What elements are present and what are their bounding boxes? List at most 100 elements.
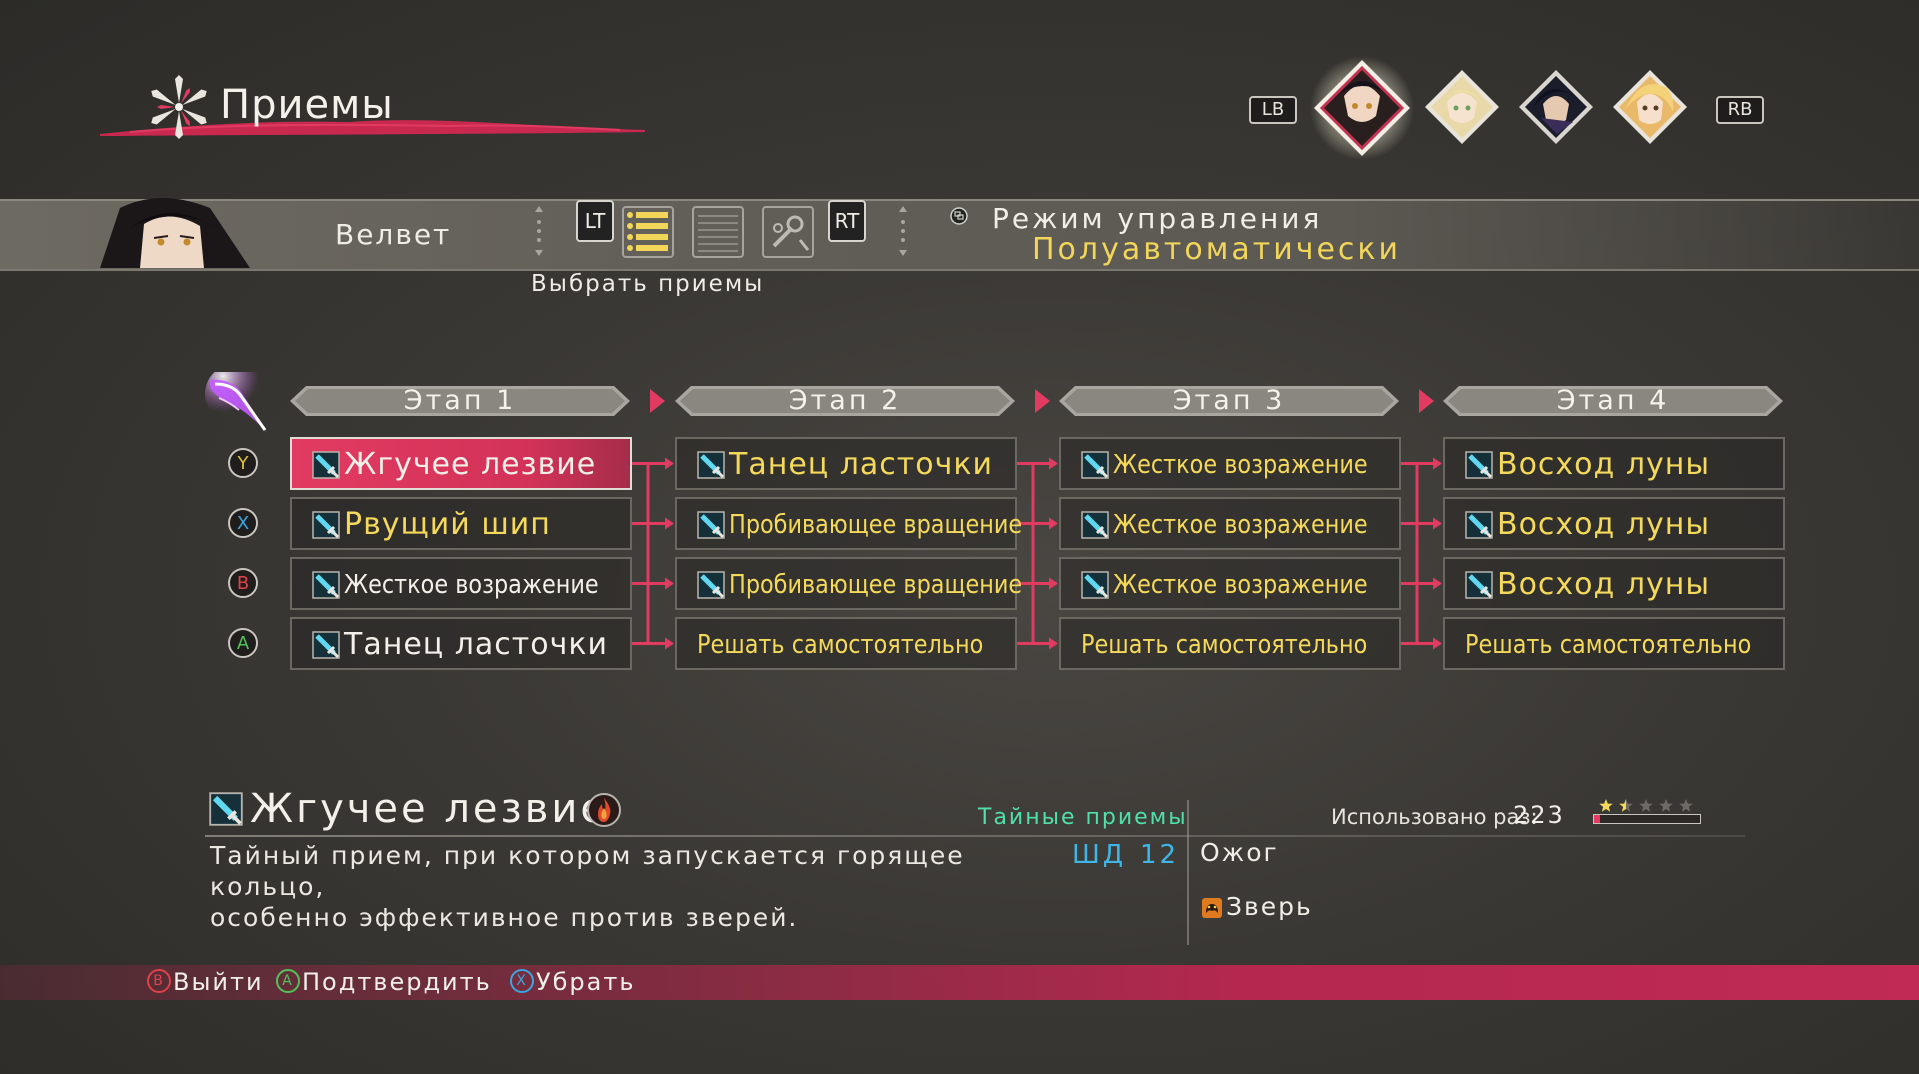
star-icon (1639, 799, 1653, 812)
art-slot-r2-c1[interactable]: Рвущий шип (290, 497, 632, 550)
art-slot-label: Жесткое возражение (1113, 510, 1368, 540)
art-slot-r3-c3[interactable]: Жесткое возражение (1059, 557, 1401, 610)
sword-icon (1081, 451, 1109, 479)
button-letter: B (237, 573, 249, 594)
star-icon (1659, 799, 1673, 812)
mastery-progress-bar (1593, 814, 1701, 824)
art-slot-r4-c3[interactable]: Решать самостоятельно (1059, 617, 1401, 670)
art-slot-label: Пробивающее вращение (729, 570, 1023, 600)
footer-action-убрать[interactable]: X Убрать (510, 967, 636, 997)
status-effect: Ожог (1200, 838, 1279, 867)
footer-action-подтвердить[interactable]: A Подтвердить (276, 967, 492, 997)
art-slot-r1-c4[interactable]: Восход луны (1443, 437, 1785, 490)
art-slot-label: Рвущий шип (344, 507, 551, 542)
fire-element-icon (587, 793, 621, 827)
art-slot-label: Восход луны (1497, 567, 1711, 602)
stage-arrow-icon (1419, 389, 1434, 413)
soul-damage-value: 12 (1140, 840, 1180, 870)
sword-icon (1081, 511, 1109, 539)
stage-header-1: Этап 1 (290, 386, 630, 416)
art-slot-r4-c1[interactable]: Танец ласточки (290, 617, 632, 670)
art-slot-r3-c2[interactable]: Пробивающее вращение (675, 557, 1022, 610)
button-x-icon: X (228, 508, 258, 538)
art-slot-r1-c1[interactable]: Жгучее лезвие (290, 437, 632, 490)
art-slot-label: Восход луны (1497, 507, 1711, 542)
art-slot-r2-c4[interactable]: Восход луны (1443, 497, 1785, 550)
art-slot-r4-c2[interactable]: Решать самостоятельно (675, 617, 1017, 670)
stage-header-label: Этап 4 (1556, 385, 1670, 416)
stage-arrow-icon (650, 389, 665, 413)
mastery-stars (1599, 799, 1693, 812)
detail-divider (205, 835, 1745, 837)
detail-description: Тайный прием, при котором запускается го… (210, 840, 1050, 933)
soul-damage-label: ШД (1072, 840, 1127, 870)
usage-count-label: Использовано раз: (1331, 805, 1538, 829)
selection-cursor-icon (205, 372, 267, 432)
mastery-progress-fill (1594, 815, 1600, 823)
usage-count-value: 223 (1513, 801, 1565, 829)
art-slot-r3-c1[interactable]: Жесткое возражение (290, 557, 632, 610)
sword-icon (1465, 511, 1493, 539)
sword-icon (312, 451, 340, 479)
connector-arrow (1433, 577, 1442, 590)
button-b-icon: B (147, 969, 171, 993)
sword-icon (312, 631, 340, 659)
sword-icon (312, 571, 340, 599)
stage-header-2: Этап 2 (675, 386, 1015, 416)
art-slot-r3-c4[interactable]: Восход луны (1443, 557, 1785, 610)
connector-arrow (1049, 457, 1058, 470)
sword-icon (312, 511, 340, 539)
connector-arrow (665, 517, 674, 530)
stage-header-label: Этап 2 (788, 385, 902, 416)
beast-icon (1202, 898, 1222, 918)
art-slot-label: Решать самостоятельно (1465, 630, 1752, 660)
sword-icon (1081, 571, 1109, 599)
sword-icon (697, 511, 725, 539)
footer-action-label: Подтвердить (302, 968, 492, 996)
art-slot-label: Танец ласточки (729, 447, 993, 482)
sword-icon (1465, 571, 1493, 599)
stage-header-4: Этап 4 (1443, 386, 1783, 416)
art-slot-label: Решать самостоятельно (1081, 630, 1368, 660)
connector-arrow (1433, 457, 1442, 470)
footer-action-label: Выйти (173, 968, 264, 996)
star-icon (1619, 799, 1633, 812)
detail-art-category: Тайные приемы (978, 805, 1188, 830)
art-slot-r1-c2[interactable]: Танец ласточки (675, 437, 1017, 490)
connector-arrow (665, 637, 674, 650)
connector-arrow (1049, 517, 1058, 530)
connector-arrow (1433, 517, 1442, 530)
effective-target: Зверь (1226, 892, 1313, 921)
art-slot-label: Жесткое возражение (1113, 450, 1368, 480)
art-slot-label: Танец ласточки (344, 627, 608, 662)
footer-action-выйти[interactable]: B Выйти (147, 967, 264, 997)
stage-header-3: Этап 3 (1059, 386, 1399, 416)
detail-art-name: Жгучее лезвие (250, 786, 608, 832)
detail-description-line-2: особенно эффективное против зверей. (210, 903, 799, 932)
button-letter: X (237, 513, 249, 534)
connector-arrow (665, 577, 674, 590)
stage-header-label: Этап 1 (403, 385, 517, 416)
stage-arrow-icon (1035, 389, 1050, 413)
star-icon (1599, 799, 1613, 812)
button-letter: A (237, 633, 250, 654)
button-b-icon: B (228, 568, 258, 598)
connector-arrow (1049, 637, 1058, 650)
connector-arrow (1433, 637, 1442, 650)
art-slot-r1-c3[interactable]: Жесткое возражение (1059, 437, 1401, 490)
art-slot-r2-c2[interactable]: Пробивающее вращение (675, 497, 1022, 550)
stage-header-label: Этап 3 (1172, 385, 1286, 416)
sword-icon (209, 792, 243, 826)
sword-icon (697, 571, 725, 599)
button-a-icon: A (228, 628, 258, 658)
art-slot-label: Жесткое возражение (344, 570, 599, 600)
art-slot-label: Пробивающее вращение (729, 510, 1023, 540)
button-a-icon: A (276, 969, 300, 993)
sword-icon (697, 451, 725, 479)
star-icon (1679, 799, 1693, 812)
art-slot-r4-c4[interactable]: Решать самостоятельно (1443, 617, 1785, 670)
sword-icon (1465, 451, 1493, 479)
art-slot-r2-c3[interactable]: Жесткое возражение (1059, 497, 1401, 550)
connector-arrow (1049, 577, 1058, 590)
art-slot-label: Решать самостоятельно (697, 630, 984, 660)
